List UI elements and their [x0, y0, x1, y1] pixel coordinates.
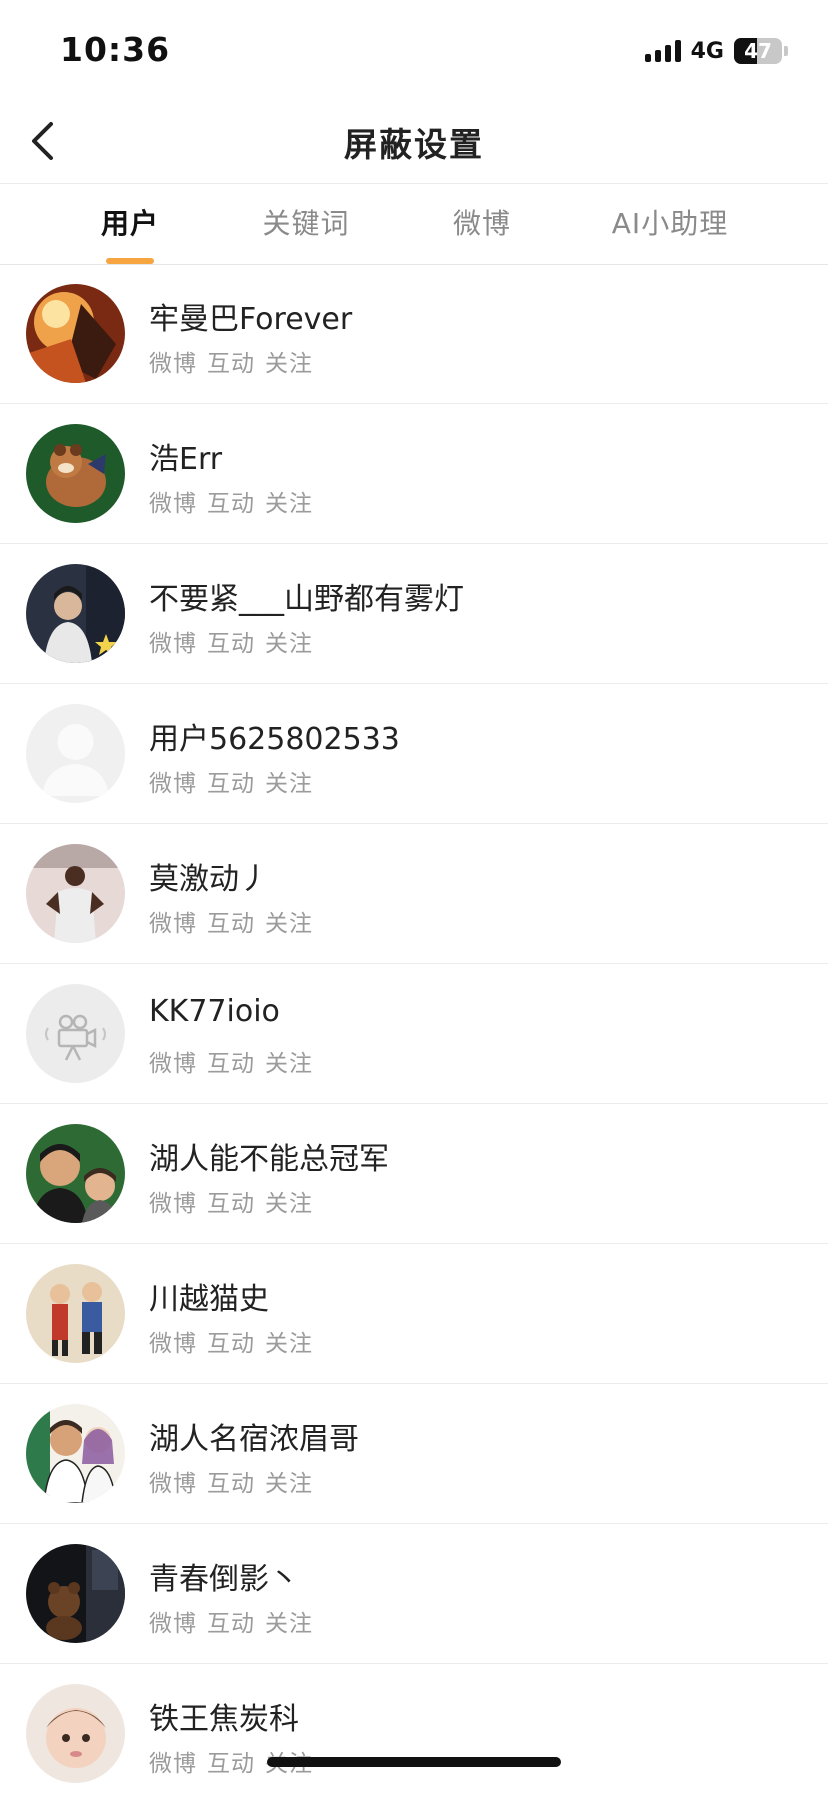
- avatar[interactable]: [26, 984, 125, 1083]
- tag-interaction[interactable]: 互动: [207, 484, 255, 518]
- block-options: 微博 互动 关注: [149, 1604, 313, 1638]
- avatar[interactable]: [26, 1404, 125, 1503]
- tag-weibo[interactable]: 微博: [149, 1044, 197, 1078]
- tag-interaction[interactable]: 互动: [207, 1744, 255, 1778]
- block-options: 微博 互动 关注: [149, 1044, 313, 1078]
- network-type: 4G: [690, 38, 724, 64]
- battery-cap: [784, 46, 788, 56]
- avatar[interactable]: [26, 1264, 125, 1363]
- avatar[interactable]: [26, 1544, 125, 1643]
- list-item[interactable]: 湖人能不能总冠军 微博 互动 关注: [0, 1104, 828, 1244]
- tag-follow[interactable]: 关注: [265, 904, 313, 938]
- tag-follow[interactable]: 关注: [265, 624, 313, 658]
- tag-interaction[interactable]: 互动: [207, 1184, 255, 1218]
- list-item[interactable]: 莫激动丿 微博 互动 关注: [0, 824, 828, 964]
- user-name: KK77ioio: [149, 994, 280, 1029]
- block-options: 微博 互动 关注: [149, 1184, 313, 1218]
- user-name: 不要紧___山野都有雾灯: [149, 582, 464, 617]
- avatar[interactable]: [26, 704, 125, 803]
- tag-follow[interactable]: 关注: [265, 764, 313, 798]
- tag-weibo[interactable]: 微博: [149, 1744, 197, 1778]
- list-item[interactable]: 用户5625802533 微博 互动 关注: [0, 684, 828, 824]
- list-item[interactable]: 浩Err 微博 互动 关注: [0, 404, 828, 544]
- tag-interaction[interactable]: 互动: [207, 1044, 255, 1078]
- tag-weibo[interactable]: 微博: [149, 1324, 197, 1358]
- navigation-bar: 屏蔽设置: [0, 100, 828, 182]
- tag-weibo[interactable]: 微博: [149, 764, 197, 798]
- block-options: 微博 互动 关注: [149, 484, 313, 518]
- tab-bar: 用户 关键词 微博 AI小助理: [0, 183, 828, 265]
- list-item[interactable]: 牢曼巴Forever 微博 互动 关注: [0, 264, 828, 404]
- avatar[interactable]: [26, 564, 125, 663]
- user-name: 莫激动丿: [149, 862, 269, 897]
- avatar[interactable]: [26, 1684, 125, 1783]
- tag-follow[interactable]: 关注: [265, 1604, 313, 1638]
- tag-weibo[interactable]: 微博: [149, 1464, 197, 1498]
- status-indicators: 4G 47: [644, 36, 788, 66]
- user-name: 川越猫史: [149, 1282, 269, 1317]
- battery-level: 47: [744, 39, 772, 63]
- avatar[interactable]: [26, 1124, 125, 1223]
- tag-weibo[interactable]: 微博: [149, 1604, 197, 1638]
- tab-label: 关键词: [262, 207, 350, 240]
- tab-users[interactable]: 用户: [40, 184, 220, 264]
- user-name: 湖人能不能总冠军: [149, 1142, 389, 1177]
- tag-follow[interactable]: 关注: [265, 1184, 313, 1218]
- tag-interaction[interactable]: 互动: [207, 624, 255, 658]
- tag-follow[interactable]: 关注: [265, 344, 313, 378]
- status-bar: 10:36 4G 47: [0, 0, 828, 100]
- status-time: 10:36: [60, 30, 171, 69]
- user-name: 铁王焦炭科: [149, 1702, 299, 1737]
- list-item[interactable]: 青春倒影丶 微博 互动 关注: [0, 1524, 828, 1664]
- tab-keywords[interactable]: 关键词: [216, 184, 396, 264]
- list-item[interactable]: 铁王焦炭科 微博 互动 关注: [0, 1664, 828, 1803]
- tag-weibo[interactable]: 微博: [149, 484, 197, 518]
- user-name: 青春倒影丶: [149, 1562, 299, 1597]
- tab-label: AI小助理: [611, 207, 729, 240]
- tag-weibo[interactable]: 微博: [149, 624, 197, 658]
- tag-follow[interactable]: 关注: [265, 1324, 313, 1358]
- user-name: 浩Err: [149, 442, 223, 477]
- tag-interaction[interactable]: 互动: [207, 1464, 255, 1498]
- block-options: 微博 互动 关注: [149, 1464, 313, 1498]
- signal-strength-icon: [644, 40, 681, 62]
- tab-weibo[interactable]: 微博: [392, 184, 572, 264]
- tag-weibo[interactable]: 微博: [149, 904, 197, 938]
- block-options: 微博 互动 关注: [149, 624, 313, 658]
- list-item[interactable]: 川越猫史 微博 互动 关注: [0, 1244, 828, 1384]
- list-item[interactable]: 不要紧___山野都有雾灯 微博 互动 关注: [0, 544, 828, 684]
- tag-weibo[interactable]: 微博: [149, 1184, 197, 1218]
- tag-interaction[interactable]: 互动: [207, 904, 255, 938]
- list-item[interactable]: KK77ioio 微博 互动 关注: [0, 964, 828, 1104]
- tab-label: 用户: [100, 207, 159, 240]
- tab-ai-assistant[interactable]: AI小助理: [580, 184, 760, 264]
- user-name: 用户5625802533: [149, 722, 400, 757]
- avatar[interactable]: [26, 844, 125, 943]
- home-indicator[interactable]: [267, 1757, 561, 1767]
- page-title: 屏蔽设置: [344, 125, 484, 164]
- tag-weibo[interactable]: 微博: [149, 344, 197, 378]
- block-options: 微博 互动 关注: [149, 904, 313, 938]
- blocked-user-list: 牢曼巴Forever 微博 互动 关注 浩Err 微博 互动 关注 不要紧___…: [0, 264, 828, 1803]
- block-options: 微博 互动 关注: [149, 764, 313, 798]
- tag-follow[interactable]: 关注: [265, 1044, 313, 1078]
- tag-follow[interactable]: 关注: [265, 484, 313, 518]
- tab-label: 微博: [452, 207, 511, 240]
- block-options: 微博 互动 关注: [149, 344, 313, 378]
- avatar[interactable]: [26, 284, 125, 383]
- video-camera-icon: [26, 984, 125, 1083]
- user-name: 湖人名宿浓眉哥: [149, 1422, 359, 1457]
- avatar[interactable]: [26, 424, 125, 523]
- tag-interaction[interactable]: 互动: [207, 1604, 255, 1638]
- list-item[interactable]: 湖人名宿浓眉哥 微博 互动 关注: [0, 1384, 828, 1524]
- block-options: 微博 互动 关注: [149, 1324, 313, 1358]
- tag-interaction[interactable]: 互动: [207, 344, 255, 378]
- battery-icon: 47: [734, 38, 782, 64]
- user-name: 牢曼巴Forever: [149, 302, 353, 337]
- tag-interaction[interactable]: 互动: [207, 1324, 255, 1358]
- tag-interaction[interactable]: 互动: [207, 764, 255, 798]
- tag-follow[interactable]: 关注: [265, 1464, 313, 1498]
